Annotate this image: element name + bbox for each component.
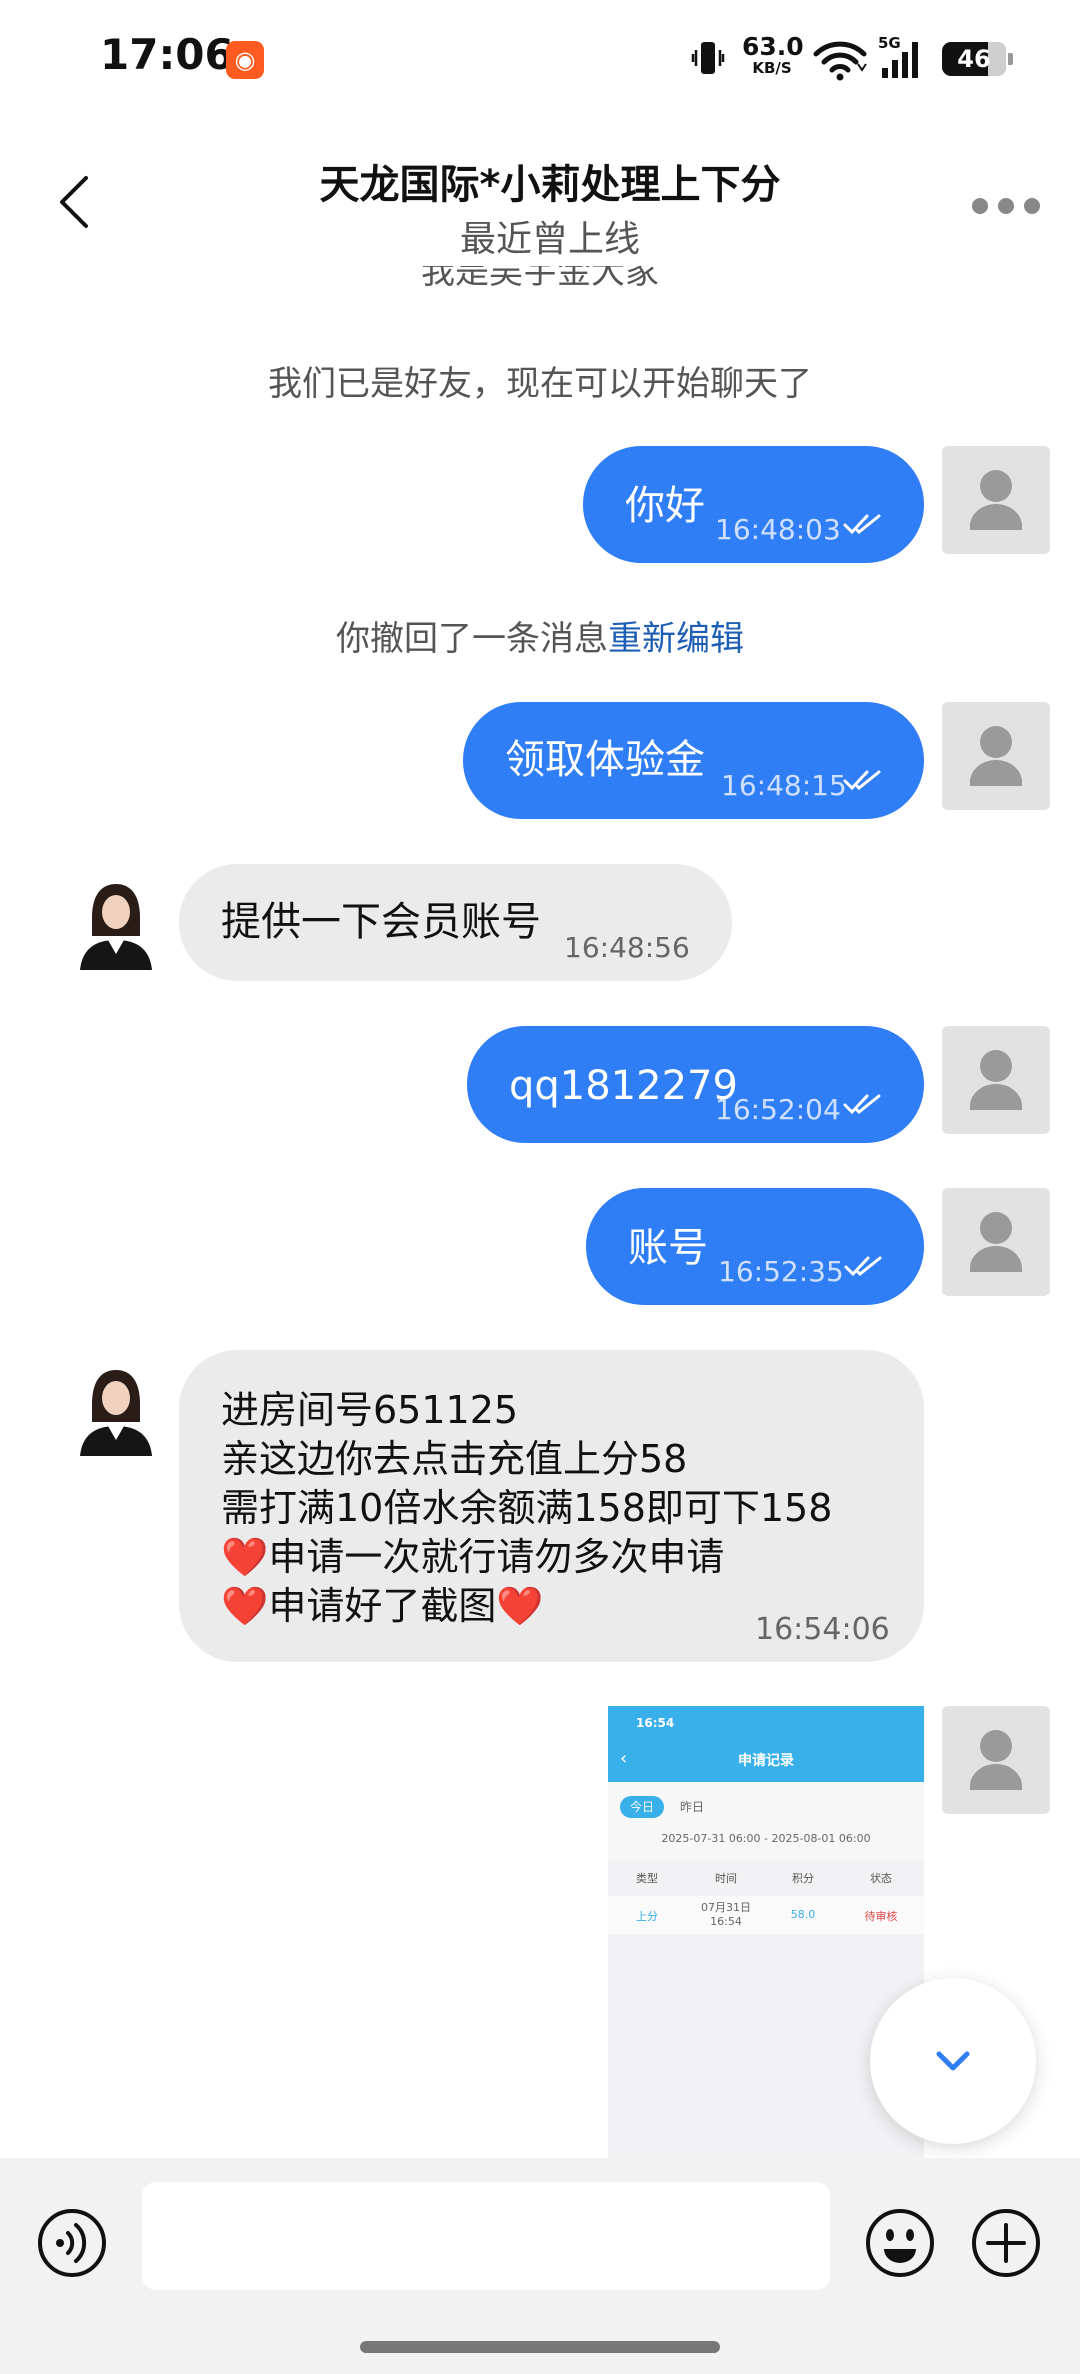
back-arrow-icon [60, 176, 88, 228]
message-time: 16:52:04 [715, 1093, 841, 1126]
shot-col-header: 状态 [870, 1872, 892, 1885]
emoji-button[interactable] [864, 2207, 936, 2283]
my-avatar[interactable] [942, 1026, 1050, 1134]
message-text: 你好 [625, 483, 705, 529]
message-bubble-outgoing[interactable]: 领取体验金 16:48:15 [463, 702, 924, 819]
network-type-label: 5G [878, 34, 901, 52]
more-dots-icon[interactable] [966, 194, 1046, 218]
user-icon [970, 1050, 1022, 1110]
cellular-signal-icon: 5G [876, 34, 926, 86]
message-text: 提供一下会员账号 [221, 899, 541, 945]
message-time: 16:48:56 [564, 931, 690, 964]
shot-cell-time: 07月31日 16:54 [701, 1901, 751, 1928]
plus-icon [972, 2209, 1040, 2277]
chevron-down-icon [936, 2051, 970, 2071]
shot-status-time: 16:54 [636, 1716, 675, 1730]
message-bubble-outgoing[interactable]: 账号 16:52:35 [586, 1188, 924, 1305]
message-input[interactable] [142, 2182, 830, 2290]
back-button[interactable] [52, 170, 100, 234]
shot-tab-today: 今日 [620, 1796, 664, 1818]
message-bubble-incoming[interactable]: 进房间号651125 亲这边你去点击充值上分58 需打满10倍水余额满158即可… [179, 1350, 924, 1662]
contact-avatar[interactable] [70, 874, 160, 970]
re-edit-link[interactable]: 重新编辑 [608, 619, 744, 659]
shot-col-header: 时间 [715, 1872, 737, 1885]
partial-system-text: 我是吴宇金大家 [421, 266, 659, 292]
battery-indicator: 46 [942, 42, 1006, 76]
network-speed: 63.0 KB/S [742, 32, 804, 77]
contact-photo [70, 1360, 160, 1456]
user-icon [970, 1212, 1022, 1272]
voice-icon [38, 2209, 106, 2277]
shot-cell-points: 58.0 [790, 1908, 816, 1921]
contact-avatar[interactable] [70, 1360, 160, 1456]
message-text: 领取体验金 [505, 737, 705, 783]
double-check-icon [843, 1094, 881, 1115]
double-check-icon [843, 514, 881, 535]
message-time: 16:48:03 [715, 513, 841, 546]
user-icon [970, 1730, 1022, 1790]
my-avatar[interactable] [942, 1188, 1050, 1296]
vibrate-icon [690, 38, 726, 82]
app-notification-icon: ◉ [226, 41, 264, 79]
shot-col-header: 类型 [636, 1872, 658, 1885]
shot-date-range: 2025-07-31 06:00 - 2025-08-01 06:00 [661, 1832, 871, 1845]
user-icon [970, 726, 1022, 786]
status-time: 17:06 [100, 30, 234, 79]
message-bubble-incoming[interactable]: 提供一下会员账号 16:48:56 [179, 864, 732, 981]
shot-cell-status: 待审核 [864, 1910, 898, 1923]
message-time: 16:48:15 [721, 769, 847, 802]
recall-notice: 你撤回了一条消息重新编辑 [336, 619, 744, 659]
chat-title: 天龙国际*小莉处理上下分 [319, 162, 781, 208]
user-icon [970, 470, 1022, 530]
my-avatar[interactable] [942, 1706, 1050, 1814]
message-bubble-outgoing[interactable]: qq1812279 16:52:04 [467, 1026, 924, 1143]
message-bubble-outgoing[interactable]: 你好 16:48:03 [583, 446, 924, 563]
online-status: 最近曾上线 [459, 219, 640, 260]
scroll-to-bottom-button[interactable] [870, 1978, 1036, 2144]
my-avatar[interactable] [942, 702, 1050, 810]
double-check-icon [843, 770, 881, 791]
plus-button[interactable] [970, 2207, 1042, 2283]
double-check-icon [844, 1256, 882, 1277]
shot-cell-type: 上分 [636, 1910, 658, 1923]
voice-button[interactable] [36, 2207, 108, 2283]
message-time: 16:54:06 [755, 1612, 890, 1647]
my-avatar[interactable] [942, 446, 1050, 554]
message-text: 进房间号651125 亲这边你去点击充值上分58 需打满10倍水余额满158即可… [221, 1388, 833, 1628]
shot-tab-yesterday: 昨日 [680, 1800, 705, 1814]
message-text: qq1812279 [509, 1063, 738, 1109]
friend-notice: 我们已是好友，现在可以开始聊天了 [268, 364, 812, 404]
contact-photo [70, 874, 160, 970]
wifi-icon [812, 38, 868, 86]
message-text: 账号 [628, 1225, 708, 1271]
message-time: 16:52:35 [718, 1255, 844, 1288]
shot-col-header: 积分 [792, 1872, 814, 1885]
emoji-icon [866, 2209, 934, 2277]
home-indicator [360, 2341, 720, 2353]
battery-tip [1008, 53, 1013, 65]
shot-title: 申请记录 [738, 1753, 794, 1769]
